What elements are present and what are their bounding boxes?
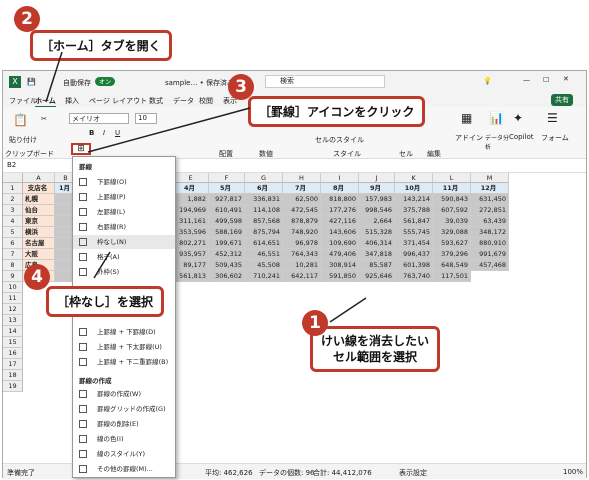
arrow-to-no-border bbox=[93, 251, 111, 279]
arrow-to-range bbox=[329, 297, 367, 323]
annotation-arrows bbox=[45, 51, 367, 323]
arrow-to-borders bbox=[87, 107, 251, 153]
arrow-to-home bbox=[45, 51, 63, 103]
